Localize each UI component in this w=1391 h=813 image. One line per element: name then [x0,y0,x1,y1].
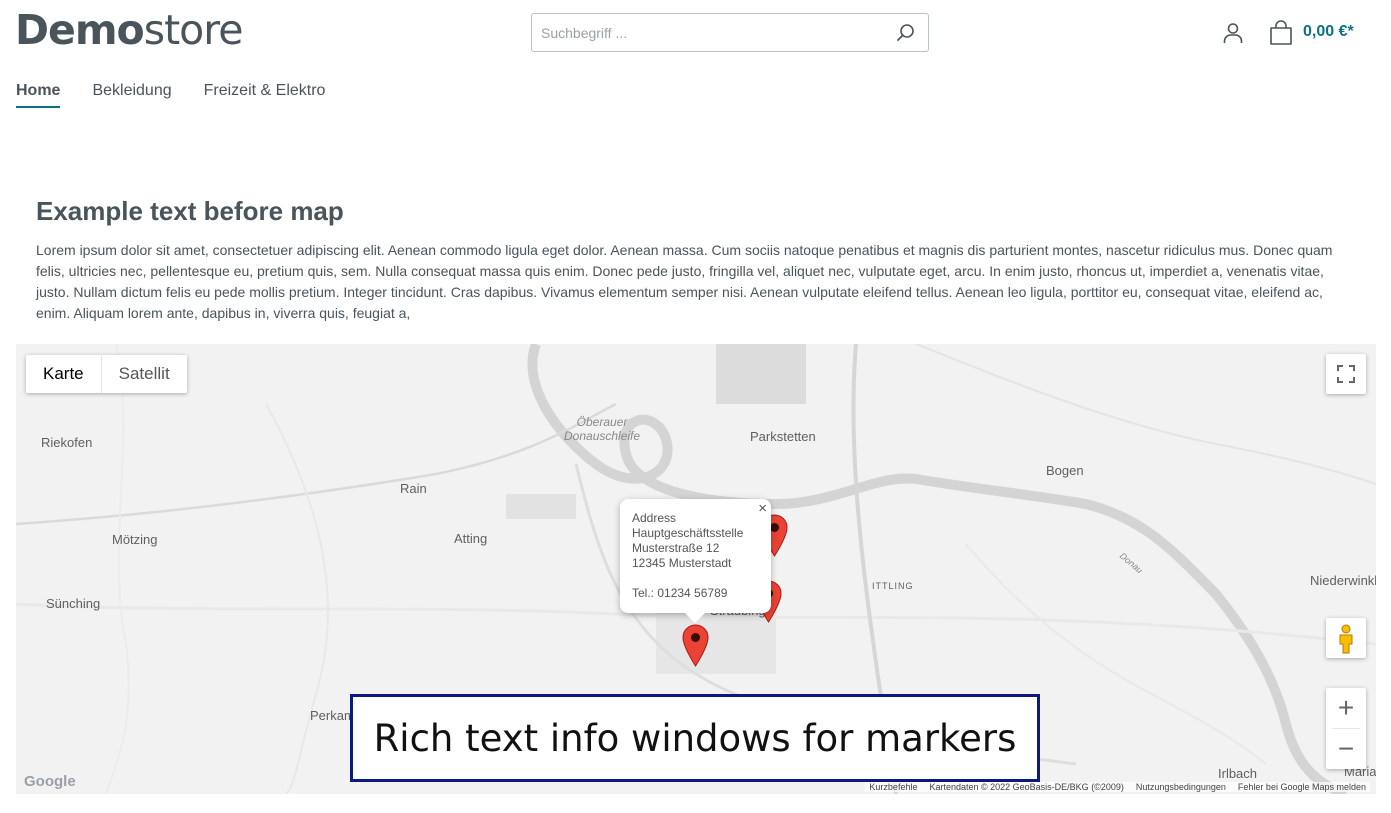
info-window-content: Address Hauptgeschäftsstelle Musterstraß… [632,511,743,601]
keyboard-shortcuts-link[interactable]: Kurzbefehle [869,782,917,792]
search-icon[interactable] [896,23,916,43]
info-title: Address [632,511,677,525]
map-type-satellite-button[interactable]: Satellit [102,355,187,393]
feature-caption: Rich text info windows for markers [350,694,1040,782]
map-marker[interactable] [682,624,709,667]
water-label-line1: Öberauer [576,415,628,429]
place-label: Rain [400,481,427,496]
place-label: Sünching [46,596,101,611]
google-logo[interactable]: Google [24,773,76,790]
place-label: Parkstetten [750,429,816,444]
search-input[interactable] [532,14,890,51]
street-view-button[interactable] [1326,618,1366,658]
place-label: Irlbach [1218,766,1258,781]
place-label: Atting [454,531,488,546]
logo-bold: Demo [15,6,145,54]
place-label: Riekofen [41,435,93,450]
map-type-control: Karte Satellit [26,355,187,393]
search-box [531,13,929,52]
nav-item-freizeit-elektro[interactable]: Freizeit & Elektro [204,82,326,108]
report-error-link[interactable]: Fehler bei Google Maps melden [1238,782,1366,792]
nav-item-home[interactable]: Home [16,82,61,108]
map-type-map-button[interactable]: Karte [26,355,101,393]
info-window-tail [685,613,705,623]
map-attribution: Kurzbefehle Kartendaten © 2022 GeoBasis-… [865,782,1370,792]
cart-icon[interactable] [1268,20,1294,46]
zoom-out-button[interactable]: − [1326,729,1366,769]
main-navigation: Home Bekleidung Freizeit & Elektro [16,82,325,108]
water-label: Öberauer Donauschleife [564,415,640,443]
info-line: 12345 Musterstadt [632,556,732,570]
zoom-in-button[interactable]: + [1326,688,1366,728]
water-label-line2: Donauschleife [564,429,641,443]
intro-paragraph: Lorem ipsum dolor sit amet, consectetuer… [36,242,1333,321]
store-logo[interactable]: Demostore [15,6,244,54]
page-heading: Example text before map [36,196,344,226]
marker-info-window: Address Hauptgeschäftsstelle Musterstraß… [620,499,771,623]
place-label: Niederwinkl [1310,573,1376,588]
info-phone: Tel.: 01234 56789 [632,586,728,600]
place-label: Mötzing [112,532,158,547]
pegman-icon [1339,624,1353,654]
zoom-control: + − [1326,688,1366,769]
map-data-credit: Kartendaten © 2022 GeoBasis-DE/BKG (©200… [929,782,1124,792]
place-label: ITTLING [872,581,914,591]
info-line: Hauptgeschäftsstelle [632,526,744,540]
fullscreen-button[interactable] [1326,354,1366,394]
terms-link[interactable]: Nutzungsbedingungen [1136,782,1226,792]
account-icon[interactable] [1221,21,1245,45]
place-label: Perkam [310,708,355,723]
info-line: Musterstraße 12 [632,541,720,555]
nav-item-bekleidung[interactable]: Bekleidung [92,82,171,108]
logo-light: store [143,6,244,54]
close-icon[interactable]: × [758,500,767,517]
place-label: Bogen [1046,463,1084,478]
fullscreen-icon [1337,365,1355,383]
cart-total[interactable]: 0,00 €* [1303,23,1354,41]
